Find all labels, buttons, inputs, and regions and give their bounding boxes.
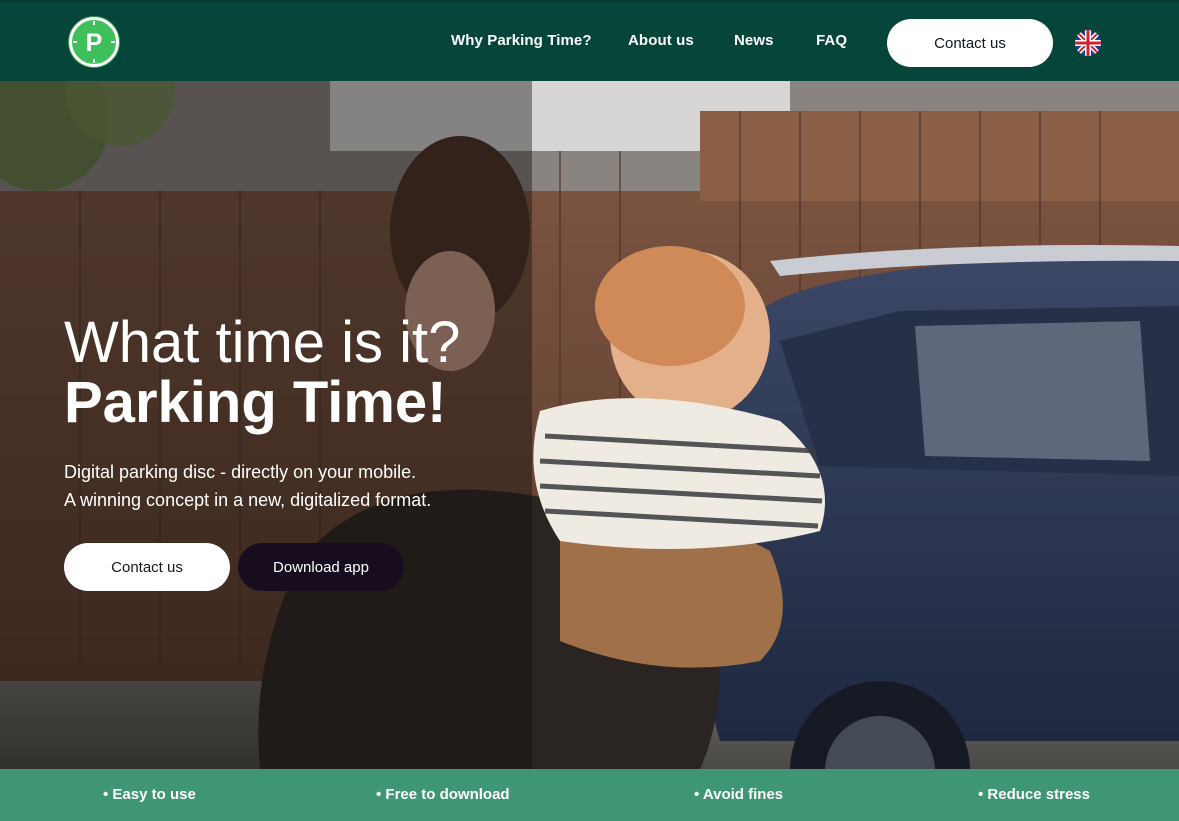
nav-why-parking-time[interactable]: Why Parking Time? — [451, 32, 592, 49]
header-contact-button[interactable]: Contact us — [887, 19, 1053, 67]
feature-item: • Easy to use — [103, 786, 196, 803]
feature-item: • Free to download — [376, 786, 510, 803]
logo-letter: P — [86, 29, 103, 57]
hero-title-line2: Parking Time! — [64, 370, 447, 435]
hero-title: What time is it? Parking Time! — [64, 313, 460, 433]
download-app-button[interactable]: Download app — [238, 543, 404, 591]
hero-subtitle-line1: Digital parking disc - directly on your … — [64, 462, 417, 482]
uk-flag-icon[interactable] — [1075, 30, 1101, 56]
hero-subtitle: Digital parking disc - directly on your … — [64, 458, 431, 514]
features-bar: • Easy to use • Free to download • Avoid… — [0, 769, 1179, 821]
parking-time-logo[interactable]: P — [69, 17, 119, 67]
logo-p-icon: P — [73, 21, 115, 63]
nav-faq[interactable]: FAQ — [816, 32, 847, 49]
hero-subtitle-line2: A winning concept in a new, digitalized … — [64, 490, 432, 510]
feature-item: • Reduce stress — [978, 786, 1090, 803]
nav-about-us[interactable]: About us — [628, 32, 694, 49]
hero-section: What time is it? Parking Time! Digital p… — [0, 81, 1179, 769]
hero-title-line1: What time is it? — [64, 310, 461, 375]
nav-news[interactable]: News — [734, 32, 774, 49]
hero-contact-button[interactable]: Contact us — [64, 543, 230, 591]
site-header: P Why Parking Time? About us News FAQ Co… — [0, 0, 1179, 81]
feature-item: • Avoid fines — [694, 786, 784, 803]
